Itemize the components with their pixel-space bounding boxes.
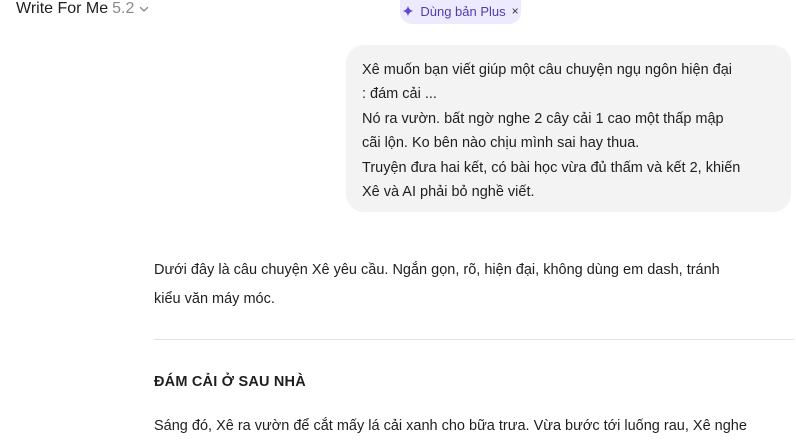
user-message-line: Nó ra vườn. bất ngờ nghe 2 cây cải 1 cao… [362,110,724,127]
user-message-line: cãi lộn. Ko bên nào chịu mình sai hay th… [362,135,640,152]
assistant-message: Dưới đây là câu chuyện Xê yêu cầu. Ngắn … [154,256,794,313]
upgrade-plus-banner: Dùng bản Plus × [400,0,521,24]
story-title: ĐÁM CẢI Ở SAU NHÀ [154,374,306,390]
sparkle-icon [402,5,414,17]
user-message-line: : đám cải ... [362,86,437,103]
close-icon[interactable]: × [512,5,519,17]
story-paragraph: Sáng đó, Xê ra vườn để cắt mấy lá cải xa… [154,418,747,434]
chevron-down-icon [138,3,150,15]
assistant-intro-line: kiểu văn máy móc. [154,290,275,307]
top-bar: Write For Me 5.2 Dùng bản Plus × [0,0,796,24]
model-name: Write For Me [16,0,109,17]
assistant-intro-line: Dưới đây là câu chuyện Xê yêu cầu. Ngắn … [154,262,720,278]
divider [154,339,794,340]
user-message-line: Xê và AI phải bỏ nghề viết. [362,184,535,201]
upgrade-plus-link[interactable]: Dùng bản Plus [420,4,505,19]
user-message-bubble: Xê muốn bạn viết giúp một câu chuyện ngụ… [346,45,791,212]
model-switcher[interactable]: Write For Me 5.2 [16,0,150,20]
model-version: 5.2 [112,0,135,17]
user-message-line: Truyện đưa hai kết, có bài học vừa đủ th… [362,159,741,176]
user-message-line: Xê muốn bạn viết giúp một câu chuyện ngụ… [362,62,733,78]
